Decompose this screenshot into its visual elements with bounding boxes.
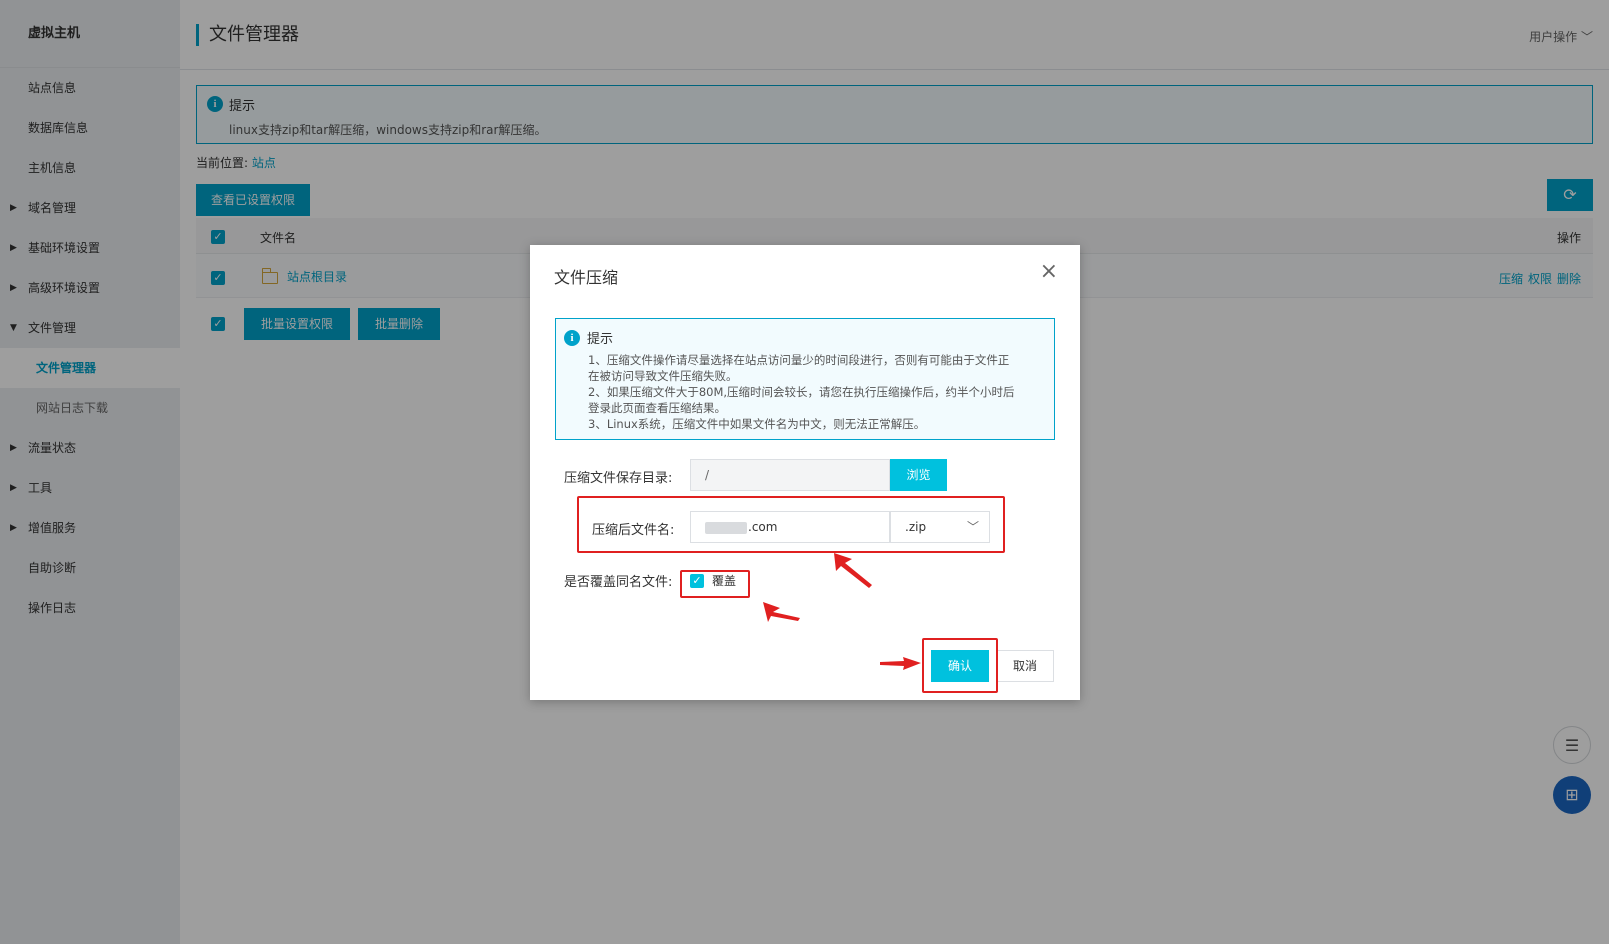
annotation-arrows <box>763 553 921 670</box>
arrow-overwrite <box>763 602 800 622</box>
arrow-filename <box>834 553 872 588</box>
arrow-confirm <box>880 657 921 670</box>
compress-dialog: 文件压缩 × i 提示 1、压缩文件操作请尽量选择在站点访问量少的时间段进行，否… <box>530 245 1080 700</box>
